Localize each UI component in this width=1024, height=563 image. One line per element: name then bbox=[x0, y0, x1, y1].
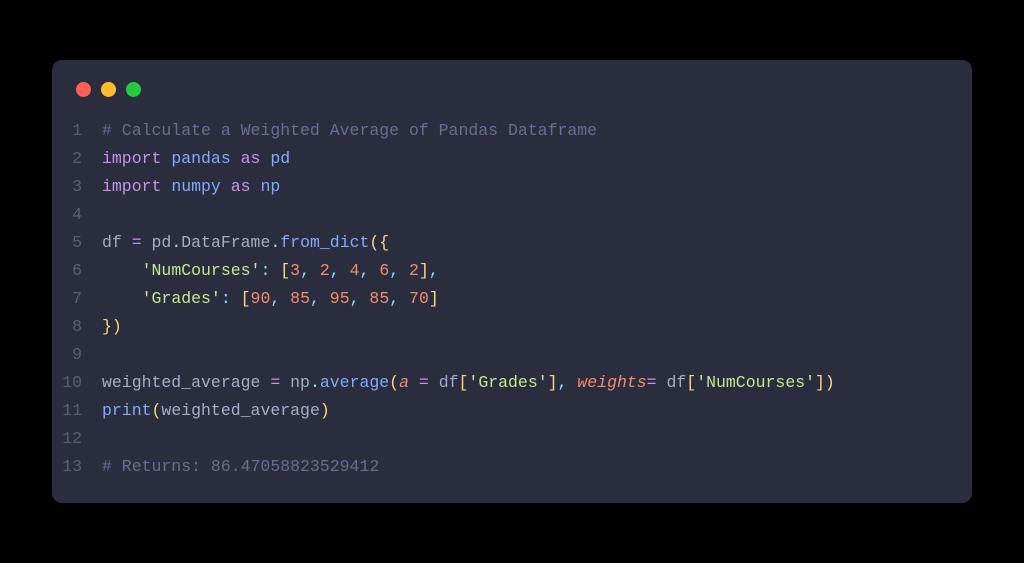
line-content: import pandas as pd bbox=[102, 145, 290, 173]
code-line: 9 bbox=[52, 341, 972, 369]
line-number: 1 bbox=[52, 117, 102, 145]
line-number: 5 bbox=[52, 229, 102, 257]
line-content: # Returns: 86.47058823529412 bbox=[102, 453, 379, 481]
line-number: 12 bbox=[52, 425, 102, 453]
line-number: 11 bbox=[52, 397, 102, 425]
code-line: 2import pandas as pd bbox=[52, 145, 972, 173]
line-content: 'NumCourses': [3, 2, 4, 6, 2], bbox=[102, 257, 439, 285]
line-content: 'Grades': [90, 85, 95, 85, 70] bbox=[102, 285, 439, 313]
code-editor: 1# Calculate a Weighted Average of Panda… bbox=[52, 60, 972, 503]
minimize-dot[interactable] bbox=[101, 82, 116, 97]
line-number: 3 bbox=[52, 173, 102, 201]
code-line: 10weighted_average = np.average(a = df['… bbox=[52, 369, 972, 397]
line-number: 7 bbox=[52, 285, 102, 313]
line-number: 10 bbox=[52, 369, 102, 397]
code-line: 13# Returns: 86.47058823529412 bbox=[52, 453, 972, 481]
code-line: 7 'Grades': [90, 85, 95, 85, 70] bbox=[52, 285, 972, 313]
line-number: 6 bbox=[52, 257, 102, 285]
line-content: }) bbox=[102, 313, 122, 341]
code-line: 8}) bbox=[52, 313, 972, 341]
line-content: print(weighted_average) bbox=[102, 397, 330, 425]
window-traffic-lights bbox=[52, 78, 972, 117]
line-content bbox=[102, 425, 112, 453]
code-line: 12 bbox=[52, 425, 972, 453]
code-line: 1# Calculate a Weighted Average of Panda… bbox=[52, 117, 972, 145]
line-number: 9 bbox=[52, 341, 102, 369]
code-line: 3import numpy as np bbox=[52, 173, 972, 201]
line-content bbox=[102, 341, 112, 369]
code-line: 6 'NumCourses': [3, 2, 4, 6, 2], bbox=[52, 257, 972, 285]
line-content: df = pd.DataFrame.from_dict({ bbox=[102, 229, 389, 257]
line-number: 4 bbox=[52, 201, 102, 229]
code-line: 4 bbox=[52, 201, 972, 229]
code-line: 5df = pd.DataFrame.from_dict({ bbox=[52, 229, 972, 257]
line-content: # Calculate a Weighted Average of Pandas… bbox=[102, 117, 597, 145]
close-dot[interactable] bbox=[76, 82, 91, 97]
line-content: import numpy as np bbox=[102, 173, 280, 201]
line-number: 8 bbox=[52, 313, 102, 341]
line-content: weighted_average = np.average(a = df['Gr… bbox=[102, 369, 835, 397]
code-block: 1# Calculate a Weighted Average of Panda… bbox=[52, 117, 972, 481]
line-number: 13 bbox=[52, 453, 102, 481]
maximize-dot[interactable] bbox=[126, 82, 141, 97]
code-line: 11print(weighted_average) bbox=[52, 397, 972, 425]
line-content bbox=[102, 201, 112, 229]
line-number: 2 bbox=[52, 145, 102, 173]
